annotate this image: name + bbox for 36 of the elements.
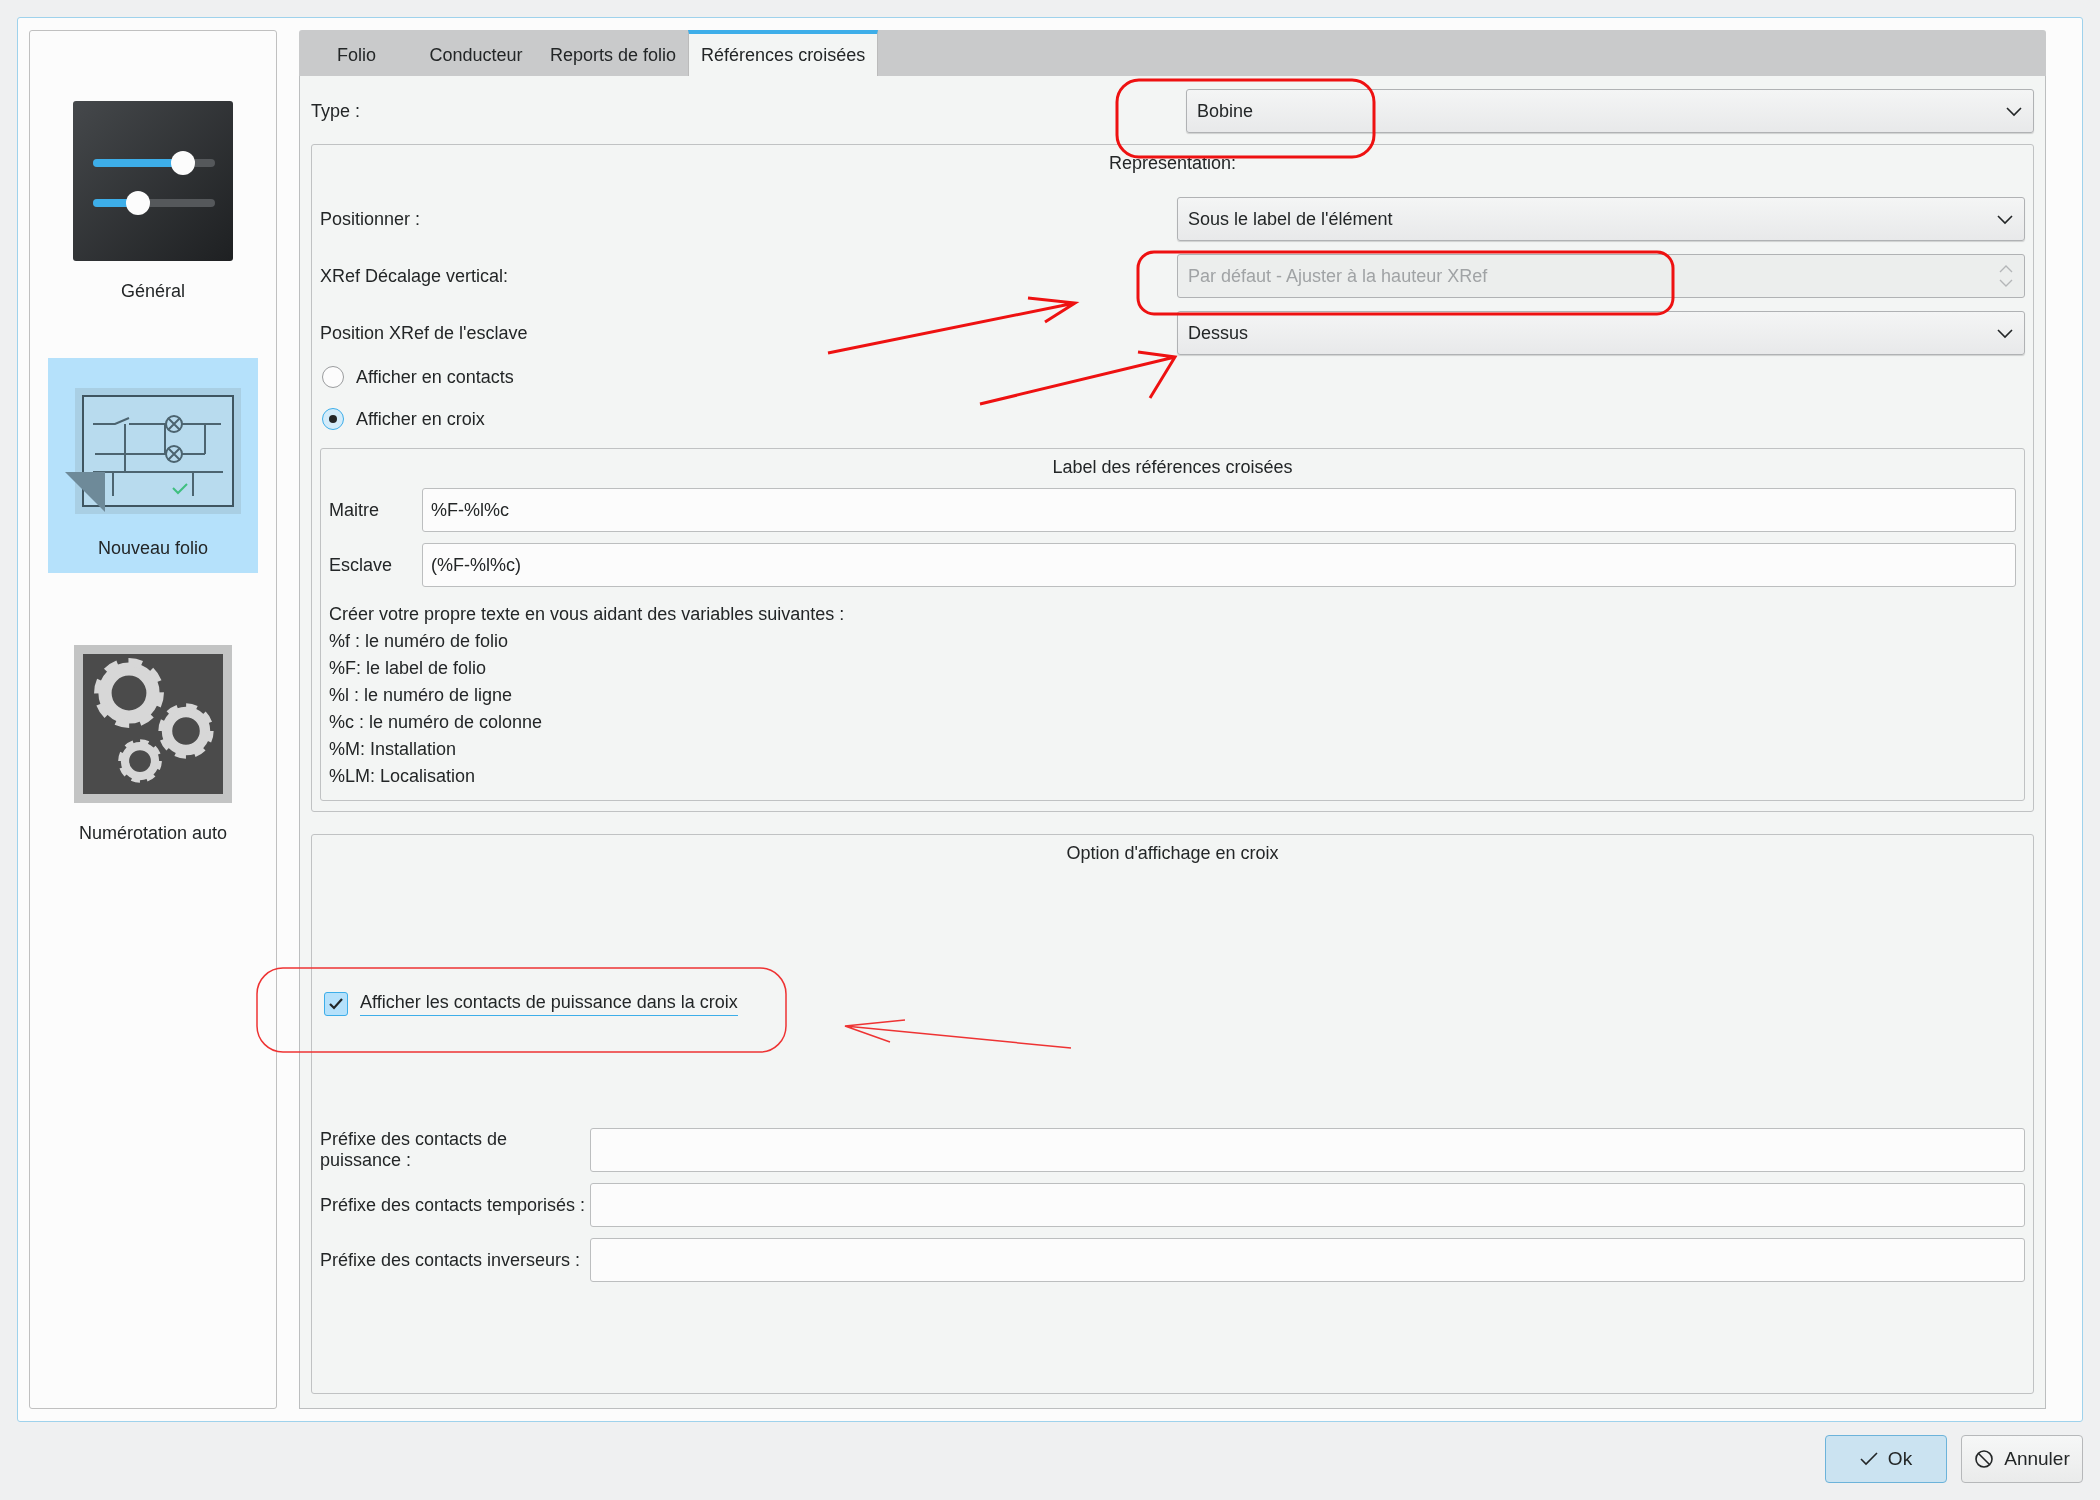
cancel-button[interactable]: Annuler <box>1961 1435 2083 1483</box>
field-label: Préfixe des contacts inverseurs : <box>320 1249 582 1271</box>
input-field[interactable]: %F-%l%c <box>422 488 2016 532</box>
radio-label[interactable]: Afficher en contacts <box>356 366 514 388</box>
tab[interactable]: Références croisées <box>688 30 879 76</box>
group-title: Représentation: <box>1108 153 1237 174</box>
sidebar-item[interactable]: Numérotation auto <box>48 615 258 858</box>
help-text: Créer votre propre texte en vous aidant des variables suivantes : <box>329 603 846 626</box>
field-label: Type : <box>311 100 362 122</box>
help-text: %c : le numéro de colonne <box>329 711 544 734</box>
field-label: Préfixe des contacts de puissance : <box>320 1129 509 1171</box>
dropdown[interactable]: Bobine <box>1186 89 2034 133</box>
checkbox-label[interactable]: Afficher les contacts de puissance dans la croix <box>360 992 738 1016</box>
help-text: %l : le numéro de ligne <box>329 684 514 707</box>
input-field[interactable]: (%F-%l%c) <box>422 543 2016 587</box>
sidebar-item[interactable]: Général <box>48 71 258 316</box>
dropdown[interactable]: Dessus <box>1177 311 2025 355</box>
field-label: Positionner : <box>320 208 422 230</box>
field-label: Maitre <box>329 499 380 521</box>
field-label: Esclave <box>329 554 394 576</box>
help-text: %LM: Localisation <box>329 765 477 788</box>
radio-label[interactable]: Afficher en croix <box>356 408 485 430</box>
help-text: %F: le label de folio <box>329 657 488 680</box>
tab[interactable]: Conducteur <box>414 30 538 76</box>
help-text: %f : le numéro de folio <box>329 630 510 653</box>
tab[interactable]: Reports de folio <box>538 30 689 76</box>
tab[interactable]: Folio <box>299 30 414 76</box>
group-title: Label des références croisées <box>1052 457 1293 478</box>
field-label: XRef Décalage vertical: <box>320 265 510 287</box>
dropdown[interactable]: Sous le label de l'élément <box>1177 197 2025 241</box>
sidebar-item[interactable]: Nouveau folio <box>48 358 258 573</box>
help-text: %M: Installation <box>329 738 458 761</box>
field-label: Préfixe des contacts temporisés : <box>320 1194 587 1216</box>
ok-button[interactable]: Ok <box>1825 1435 1947 1483</box>
group-title: Option d'affichage en croix <box>1066 843 1279 864</box>
field-label: Position XRef de l'esclave <box>320 322 529 344</box>
